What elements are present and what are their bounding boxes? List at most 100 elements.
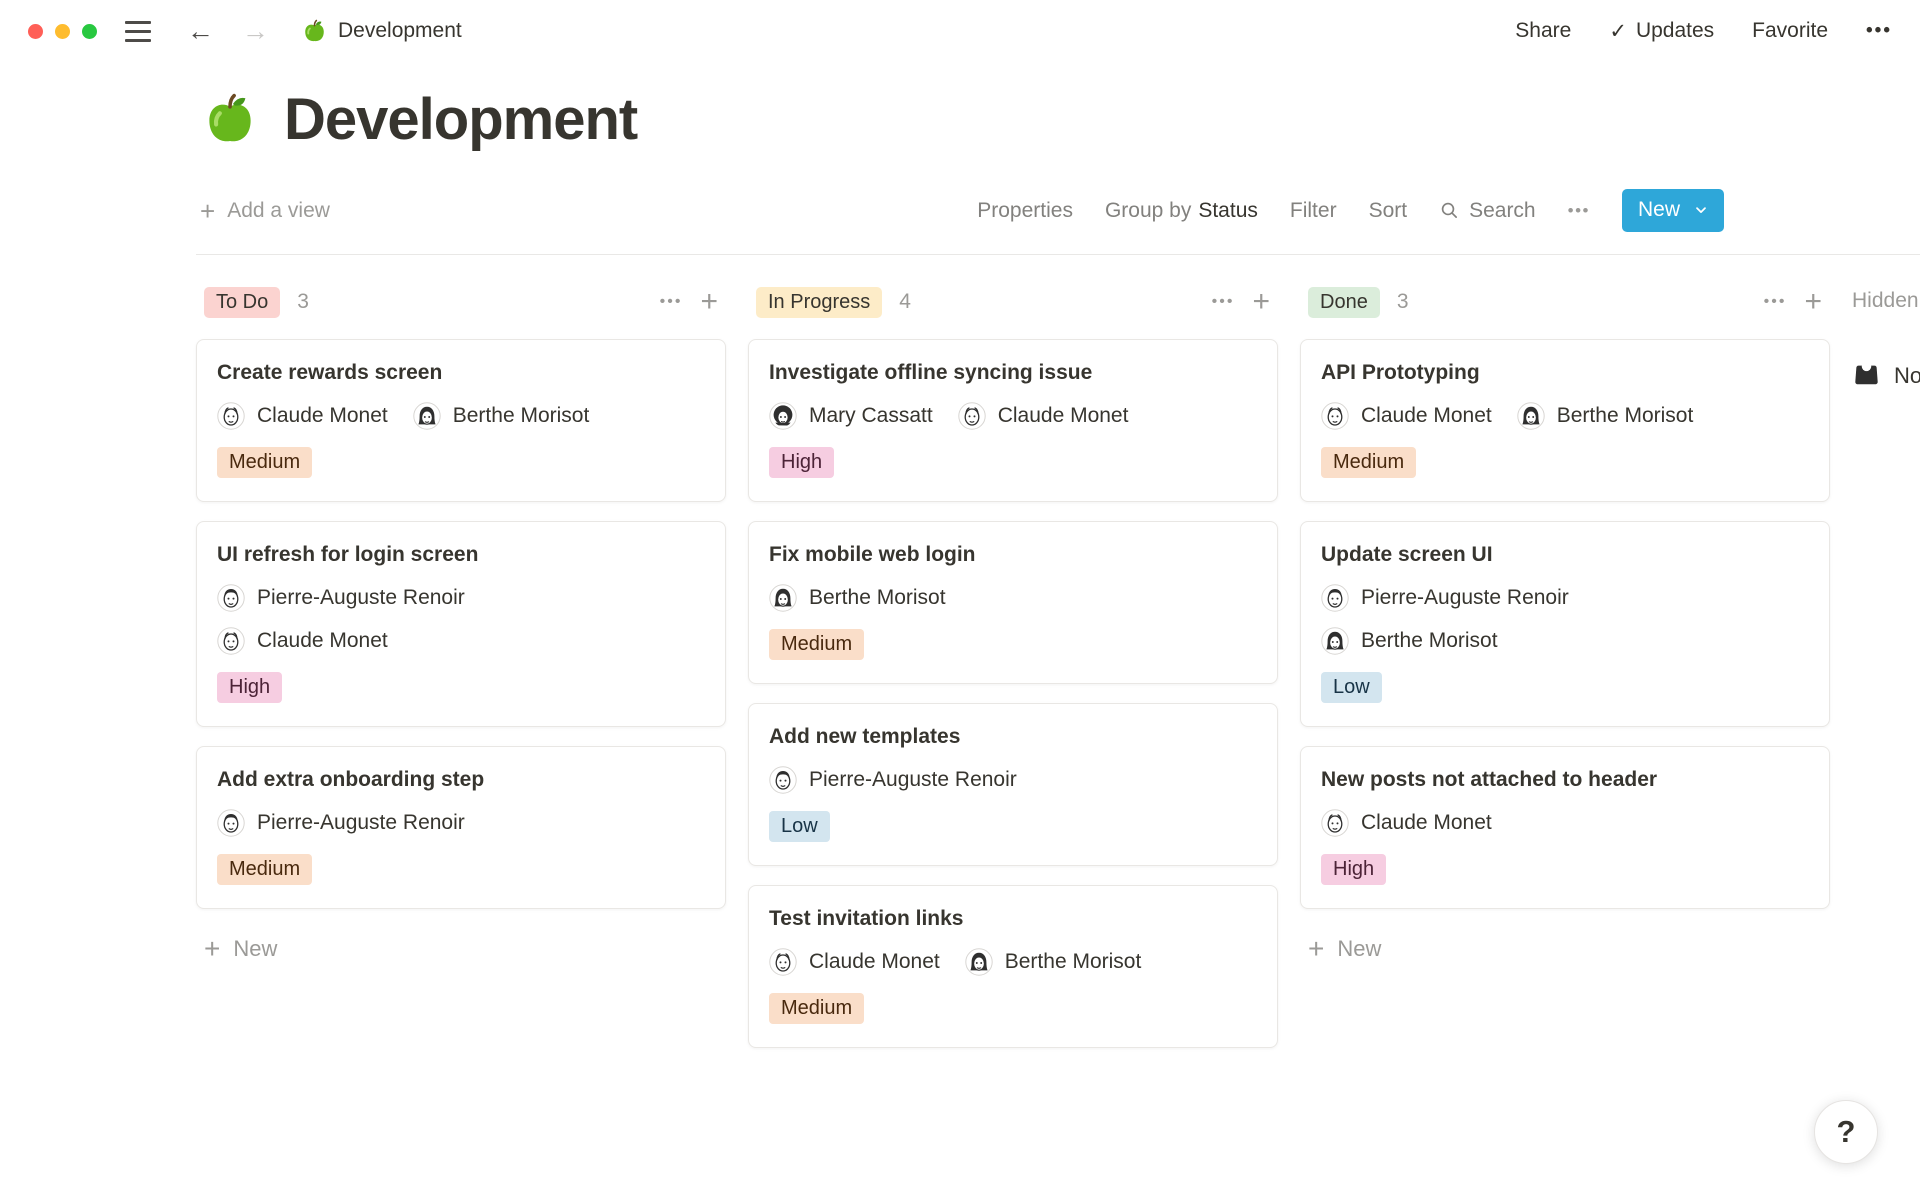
search-icon xyxy=(1439,200,1460,221)
column-status-badge[interactable]: To Do xyxy=(204,287,280,318)
column-add-icon[interactable]: + xyxy=(1804,287,1822,317)
assignee: Pierre-Auguste Renoir xyxy=(217,584,705,612)
kanban-card[interactable]: New posts not attached to headerClaude M… xyxy=(1300,746,1830,909)
man1-avatar-icon xyxy=(217,627,245,655)
favorite-button[interactable]: Favorite xyxy=(1752,19,1828,43)
assignee: Claude Monet xyxy=(769,948,940,976)
updates-label: Updates xyxy=(1636,19,1714,43)
kanban-card[interactable]: Create rewards screen Claude Monet Berthe … xyxy=(196,339,726,502)
assignee: Mary Cassatt xyxy=(769,402,933,430)
column-add-icon[interactable]: + xyxy=(700,287,718,317)
assignee-name: Berthe Morisot xyxy=(453,404,590,428)
assignee-name: Pierre-Auguste Renoir xyxy=(1361,586,1569,610)
apple-page-icon-large[interactable] xyxy=(200,90,260,150)
column-header: In Progress4•••+ xyxy=(748,283,1278,321)
assignee: Pierre-Auguste Renoir xyxy=(769,766,1017,794)
column-new-button[interactable]: +New xyxy=(1300,935,1830,963)
close-window-button[interactable] xyxy=(28,24,43,39)
back-arrow-icon[interactable]: ← xyxy=(187,18,214,45)
woman1-avatar-icon xyxy=(769,584,797,612)
column-count: 3 xyxy=(1397,290,1409,314)
new-button[interactable]: New xyxy=(1622,189,1724,232)
priority-tag: Low xyxy=(1321,672,1382,703)
assignee-name: Berthe Morisot xyxy=(809,586,946,610)
assignee-name: Berthe Morisot xyxy=(1557,404,1694,428)
man1-avatar-icon xyxy=(769,948,797,976)
column-add-icon[interactable]: + xyxy=(1252,287,1270,317)
column-more-icon[interactable]: ••• xyxy=(1212,294,1235,310)
priority-tag: High xyxy=(1321,854,1386,885)
card-assignees: Berthe Morisot xyxy=(769,584,1257,612)
assignee-name: Claude Monet xyxy=(1361,811,1492,835)
card-title: Create rewards screen xyxy=(217,361,705,385)
zoom-window-button[interactable] xyxy=(82,24,97,39)
traffic-lights xyxy=(28,24,97,39)
group-by-value: Status xyxy=(1198,199,1258,223)
kanban-card[interactable]: Update screen UI Pierre-Auguste Renoir Ber… xyxy=(1300,521,1830,727)
card-title: Update screen UI xyxy=(1321,543,1809,567)
assignee-name: Claude Monet xyxy=(257,404,388,428)
assignee-name: Pierre-Auguste Renoir xyxy=(257,586,465,610)
group-by-label: Group by xyxy=(1105,199,1191,223)
kanban-card[interactable]: Add new templatesPierre-Auguste RenoirLo… xyxy=(748,703,1278,866)
card-assignees: Pierre-Auguste Renoir Berthe Morisot xyxy=(1321,584,1809,655)
assignee: Claude Monet xyxy=(1321,402,1492,430)
kanban-card[interactable]: API PrototypingClaude MonetBerthe Moriso… xyxy=(1300,339,1830,502)
search-button[interactable]: Search xyxy=(1439,199,1536,223)
assignee-name: Pierre-Auguste Renoir xyxy=(809,768,1017,792)
kanban-card[interactable]: Fix mobile web loginBerthe MorisotMedium xyxy=(748,521,1278,684)
assignee-name: Berthe Morisot xyxy=(1005,950,1142,974)
group-by-button[interactable]: Group by Status xyxy=(1105,199,1258,223)
sidebar-menu-icon[interactable] xyxy=(125,21,151,42)
new-button-label: New xyxy=(1638,198,1680,222)
toolbar-more-icon[interactable]: ••• xyxy=(1568,201,1590,221)
kanban-card[interactable]: Test invitation links Claude Monet Berthe … xyxy=(748,885,1278,1048)
column-more-icon[interactable]: ••• xyxy=(1764,294,1787,310)
minimize-window-button[interactable] xyxy=(55,24,70,39)
priority-tag: Medium xyxy=(217,854,312,885)
assignee: Berthe Morisot xyxy=(769,584,946,612)
woman1-avatar-icon xyxy=(1517,402,1545,430)
column-new-button[interactable]: +New xyxy=(196,935,726,963)
help-button[interactable]: ? xyxy=(1814,1100,1878,1164)
apple-page-icon xyxy=(301,18,328,45)
search-label: Search xyxy=(1469,199,1536,223)
man1-avatar-icon xyxy=(1321,809,1349,837)
plus-icon: + xyxy=(200,198,215,224)
hidden-group-no-status[interactable]: No Status xyxy=(1852,361,1920,390)
kanban-card[interactable]: UI refresh for login screenPierre-August… xyxy=(196,521,726,727)
card-assignees: Claude Monet xyxy=(1321,809,1809,837)
hidden-columns-label[interactable]: Hidden columns xyxy=(1852,289,1920,313)
card-title: Test invitation links xyxy=(769,907,1257,931)
priority-tag: Medium xyxy=(217,447,312,478)
breadcrumb[interactable]: Development xyxy=(301,18,462,45)
woman2-avatar-icon xyxy=(769,402,797,430)
man2-avatar-icon xyxy=(217,809,245,837)
forward-arrow-icon[interactable]: → xyxy=(242,18,269,45)
add-view-button[interactable]: + Add a view xyxy=(200,198,330,224)
card-assignees: Pierre-Auguste Renoir Claude Monet xyxy=(217,584,705,655)
hidden-group-label: No Status xyxy=(1894,363,1920,389)
chevron-down-icon xyxy=(1693,202,1709,218)
hidden-columns-section: Hidden columns No Status xyxy=(1852,283,1920,390)
card-title: Add extra onboarding step xyxy=(217,768,705,792)
column-status-badge[interactable]: In Progress xyxy=(756,287,882,318)
help-label: ? xyxy=(1837,1114,1856,1150)
updates-button[interactable]: ✓ Updates xyxy=(1609,19,1714,44)
assignee: Claude Monet xyxy=(958,402,1129,430)
assignee-name: Claude Monet xyxy=(257,629,388,653)
column-status-badge[interactable]: Done xyxy=(1308,287,1380,318)
kanban-card[interactable]: Add extra onboarding stepPierre-Auguste … xyxy=(196,746,726,909)
share-button[interactable]: Share xyxy=(1515,19,1571,43)
more-options-icon[interactable]: ••• xyxy=(1866,20,1892,42)
plus-icon: + xyxy=(204,935,220,963)
column-more-icon[interactable]: ••• xyxy=(660,294,683,310)
properties-button[interactable]: Properties xyxy=(977,199,1073,223)
priority-tag: High xyxy=(217,672,282,703)
breadcrumb-title: Development xyxy=(338,19,462,43)
kanban-card[interactable]: Investigate offline syncing issue Mary Ca… xyxy=(748,339,1278,502)
filter-button[interactable]: Filter xyxy=(1290,199,1337,223)
sort-button[interactable]: Sort xyxy=(1369,199,1408,223)
card-title: Investigate offline syncing issue xyxy=(769,361,1257,385)
assignee: Berthe Morisot xyxy=(1321,627,1809,655)
